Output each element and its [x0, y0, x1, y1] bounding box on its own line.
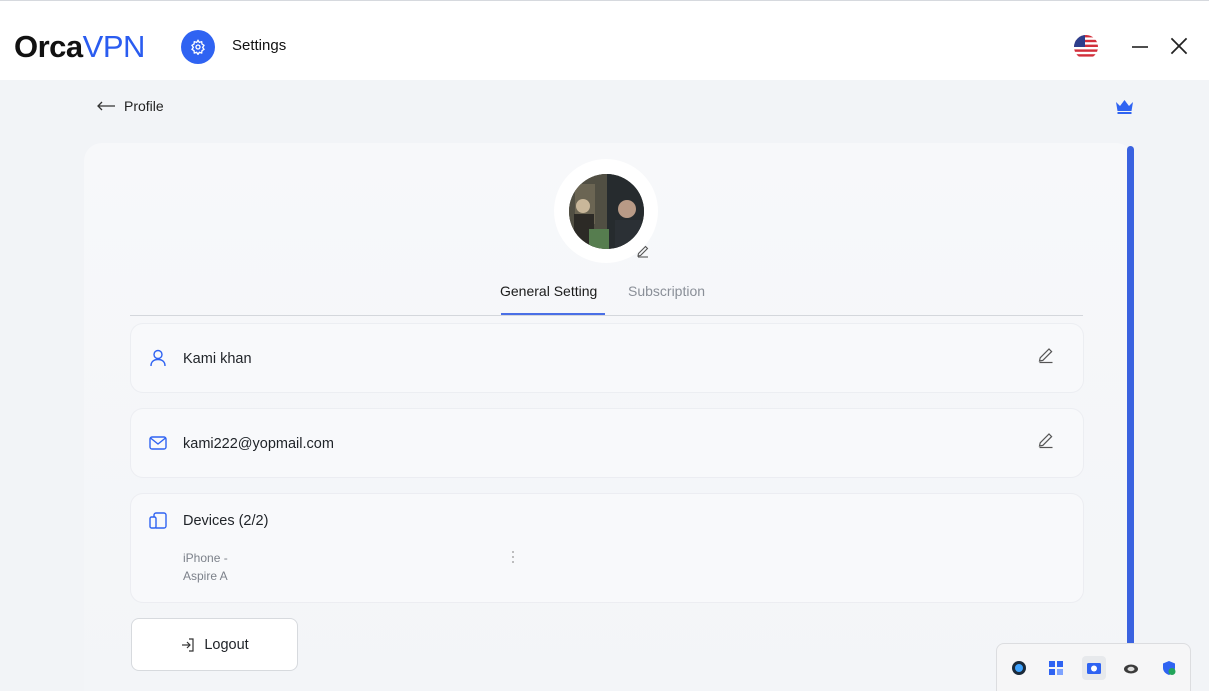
minimize-icon[interactable]: [1128, 35, 1152, 59]
devices-label: Devices (2/2): [183, 513, 269, 529]
title-bar: Orca VPN Settings: [0, 0, 1209, 80]
page-title: Settings: [232, 37, 287, 54]
settings-button[interactable]: [181, 30, 215, 64]
logout-button[interactable]: Logout: [131, 618, 298, 671]
logo-primary: Orca: [14, 29, 83, 64]
app-logo: Orca VPN: [14, 29, 145, 65]
tab-subscription[interactable]: Subscription: [628, 283, 705, 299]
widgets-tray-icon[interactable]: [1044, 656, 1068, 680]
logout-label: Logout: [204, 636, 249, 653]
user-email: kami222@yopmail.com: [183, 436, 334, 452]
edit-name-pencil-icon[interactable]: [1037, 346, 1055, 364]
profile-tabs: General Setting Subscription: [0, 283, 1209, 317]
user-icon: [150, 349, 166, 367]
back-label: Profile: [124, 98, 164, 114]
back-link[interactable]: Profile: [96, 96, 164, 116]
camera-tray-icon[interactable]: [1082, 656, 1106, 680]
name-card: Kami khan: [131, 324, 1083, 392]
device-menu-icon[interactable]: [511, 550, 515, 564]
us-flag-icon[interactable]: [1074, 35, 1098, 59]
tab-general-setting[interactable]: General Setting: [500, 283, 597, 299]
user-name: Kami khan: [183, 351, 252, 367]
devices-card: Devices (2/2) iPhone - ID. Aspire A: [131, 494, 1083, 602]
edit-email-pencil-icon[interactable]: [1037, 431, 1055, 449]
cloud-tray-icon[interactable]: [1119, 656, 1143, 680]
crown-icon[interactable]: [1115, 98, 1134, 114]
security-tray-icon[interactable]: [1157, 656, 1181, 680]
arrow-left-icon: [97, 101, 115, 111]
devices-icon: [149, 512, 167, 529]
device-item: iPhone - ID.: [183, 551, 231, 565]
logo-secondary: VPN: [82, 29, 146, 64]
avatar-pencil-icon[interactable]: [636, 244, 650, 258]
close-icon[interactable]: [1166, 33, 1192, 59]
tabs-divider: [130, 315, 1083, 316]
gear-icon: [191, 39, 205, 55]
device-list: iPhone - ID. Aspire A: [183, 549, 513, 585]
device-item: Aspire A: [183, 569, 228, 583]
system-tray-overflow: [996, 643, 1191, 691]
orca-vpn-tray-icon[interactable]: [1007, 656, 1031, 680]
avatar[interactable]: [569, 174, 644, 249]
scrollbar[interactable]: [1127, 146, 1134, 646]
mail-icon: [149, 436, 167, 450]
email-card: kami222@yopmail.com: [131, 409, 1083, 477]
logout-icon: [182, 637, 194, 652]
